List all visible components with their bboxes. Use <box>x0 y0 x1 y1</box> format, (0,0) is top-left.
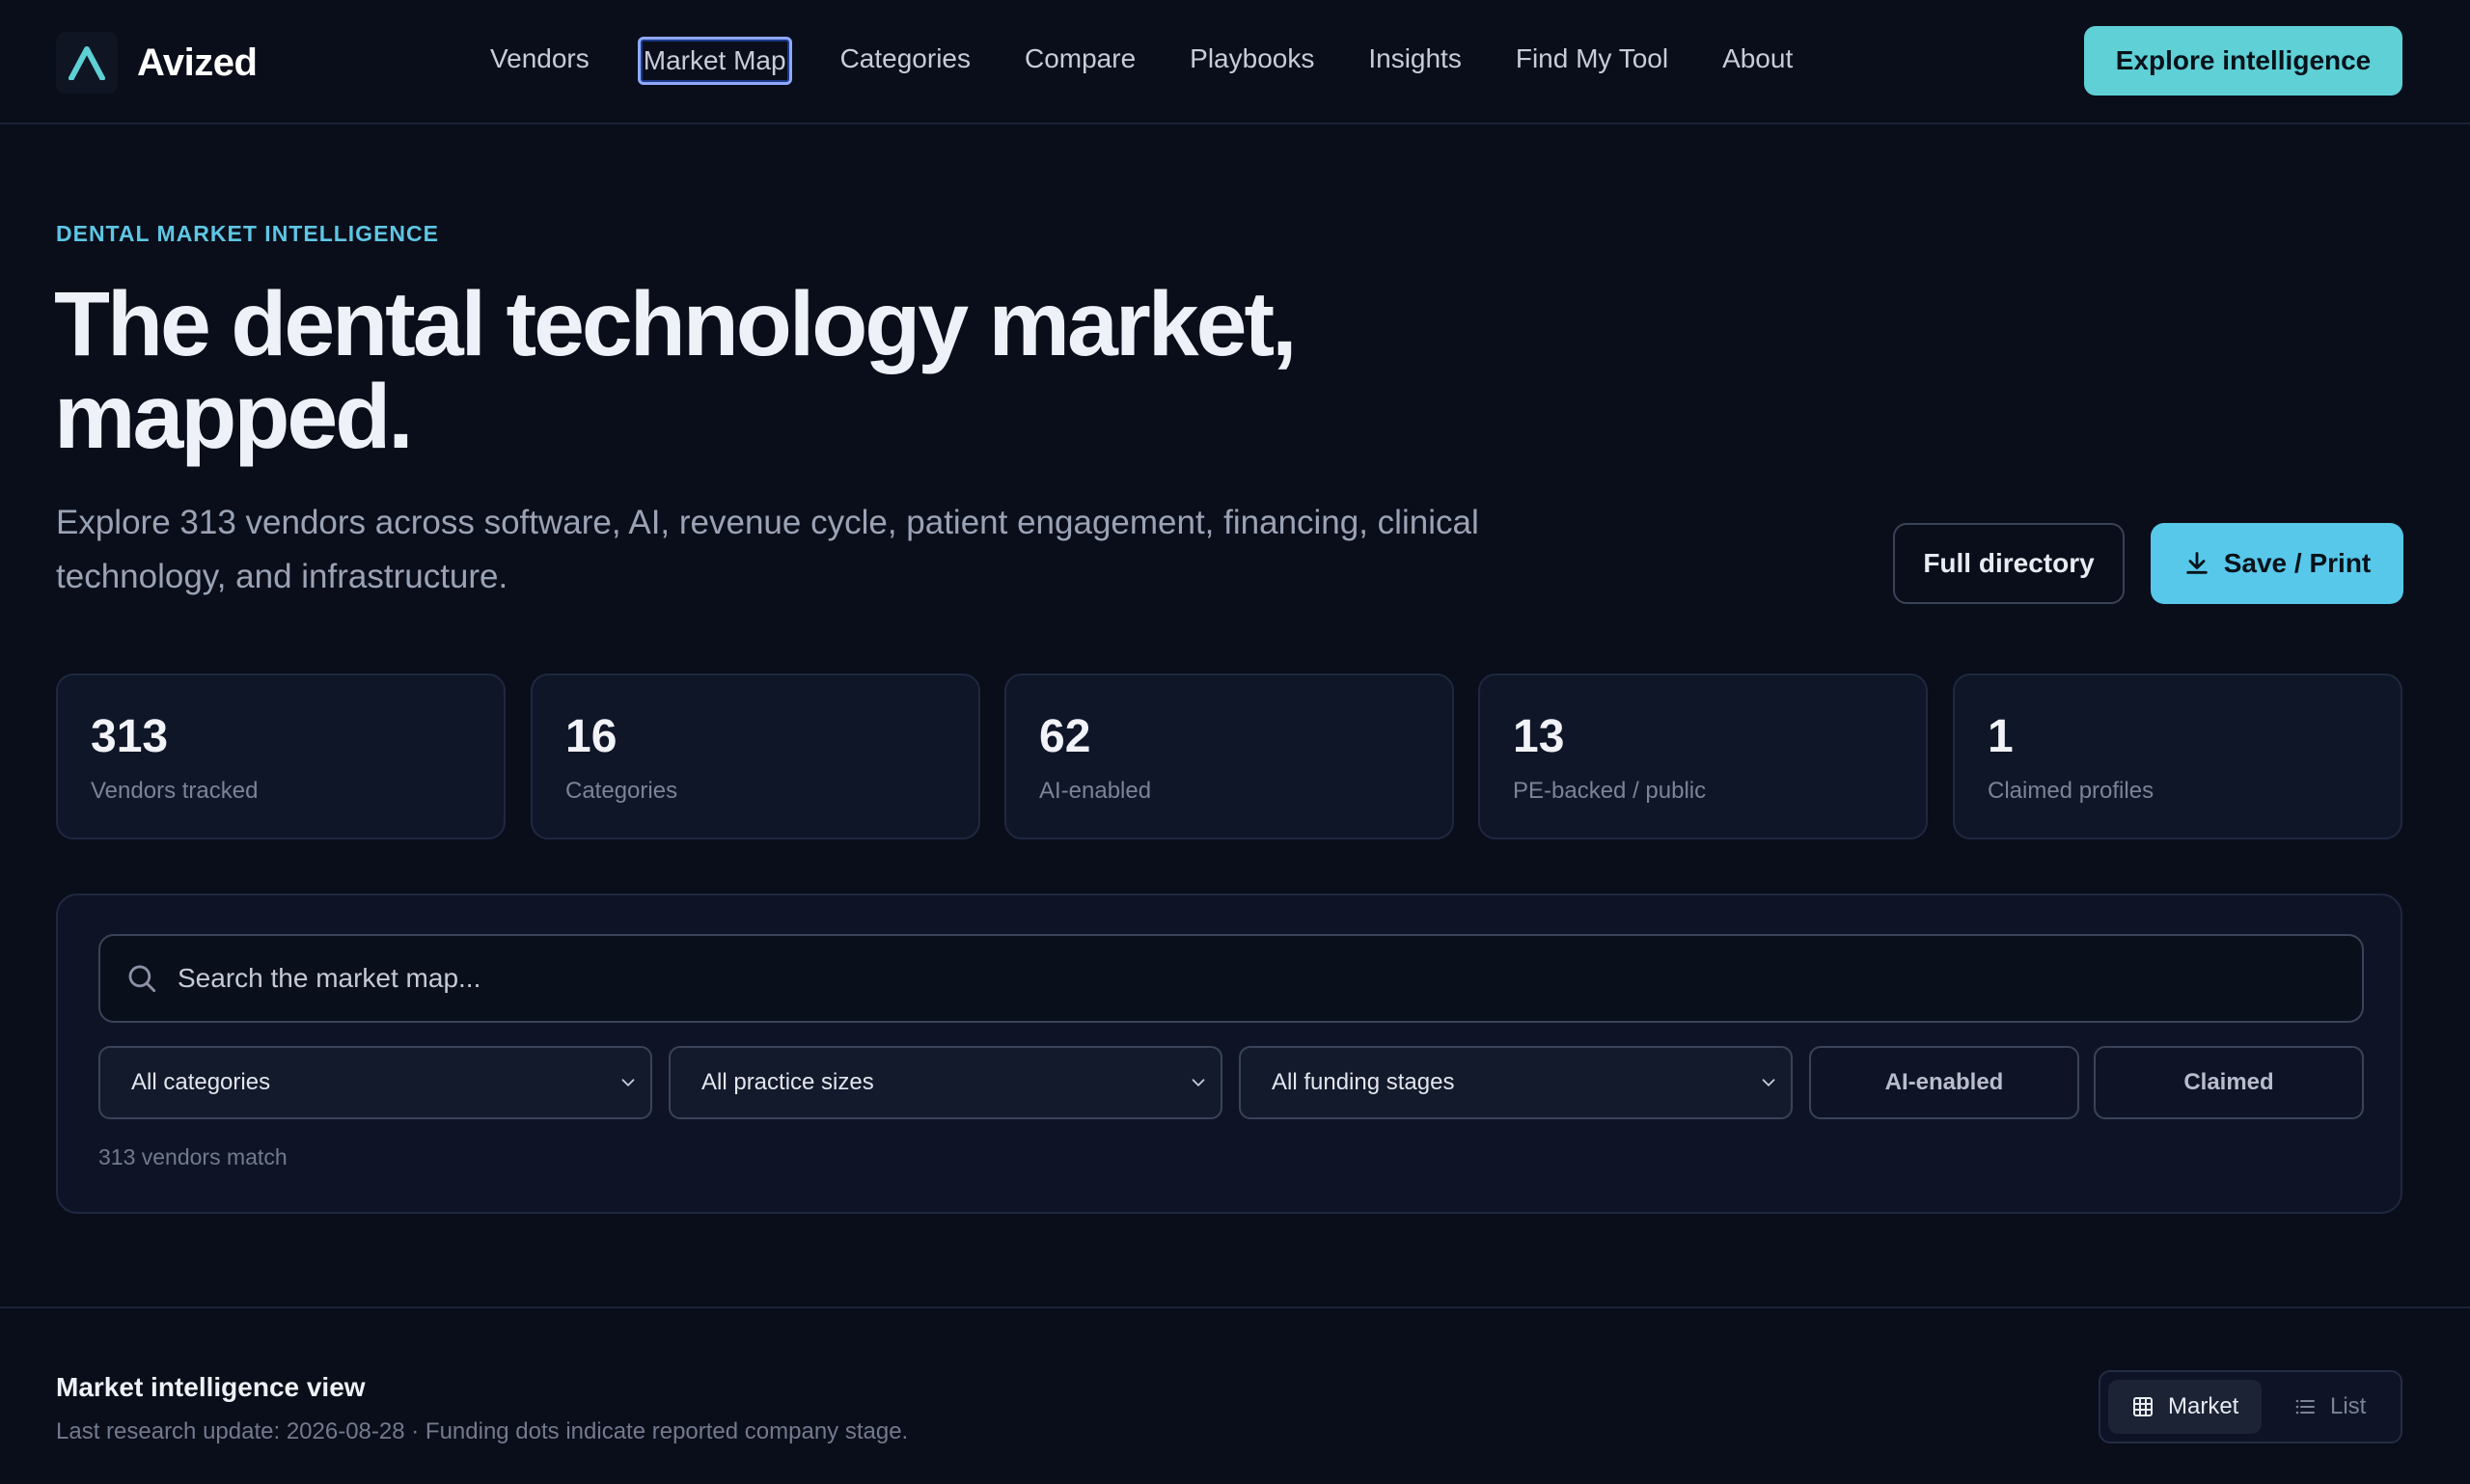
top-navbar: Avized Vendors Market Map Categories Com… <box>0 0 2470 124</box>
nav-link-vendors[interactable]: Vendors <box>484 37 595 85</box>
nav-link-about[interactable]: About <box>1716 37 1798 85</box>
nav-link-categories[interactable]: Categories <box>835 37 976 85</box>
ai-enabled-toggle[interactable]: AI-enabled <box>1809 1046 2079 1119</box>
stat-value: 62 <box>1039 711 1091 762</box>
nav-link-insights[interactable]: Insights <box>1362 37 1468 85</box>
filter-panel: Search the market map... All categories … <box>56 893 2402 1214</box>
stat-card-ai-enabled: 62 AI-enabled <box>1004 673 1454 839</box>
stat-card-pe-backed: 13 PE-backed / public <box>1478 673 1928 839</box>
nav-link-playbooks[interactable]: Playbooks <box>1184 37 1320 85</box>
nav-links: Vendors Market Map Categories Compare Pl… <box>484 37 1841 85</box>
funding-stage-select[interactable]: All funding stages <box>1239 1046 1793 1119</box>
practice-size-select-value: All practice sizes <box>701 1069 874 1095</box>
stat-label: AI-enabled <box>1039 778 1152 804</box>
stat-label: Vendors tracked <box>91 778 259 804</box>
market-view-button[interactable]: Market <box>2108 1380 2263 1434</box>
stat-card-categories: 16 Categories <box>531 673 980 839</box>
search-icon <box>128 965 156 993</box>
hero-subtitle: Explore 313 vendors across software, AI,… <box>56 504 1479 595</box>
page-title-line-2: mapped. <box>54 366 414 468</box>
market-view-label: Market <box>2168 1393 2239 1419</box>
list-view-label: List <box>2330 1393 2367 1419</box>
stat-value: 1 <box>1988 711 2014 762</box>
save-print-label: Save / Print <box>2223 548 2372 578</box>
stat-card-vendors: 313 Vendors tracked <box>56 673 506 839</box>
brand-name: Avized <box>137 41 258 84</box>
full-directory-button[interactable]: Full directory <box>1893 523 2125 604</box>
search-box[interactable]: Search the market map... <box>98 934 2364 1023</box>
stat-card-claimed: 1 Claimed profiles <box>1953 673 2402 839</box>
match-count: 313 vendors match <box>98 1144 288 1169</box>
download-icon <box>2186 552 2208 574</box>
grid-icon <box>2133 1397 2153 1416</box>
list-icon <box>2295 1399 2315 1415</box>
stat-value: 13 <box>1513 711 1565 762</box>
chevron-down-icon <box>621 1079 635 1087</box>
nav-link-find-my-tool[interactable]: Find My Tool <box>1510 37 1674 85</box>
view-title: Market intelligence view <box>56 1372 366 1402</box>
hero-eyebrow: DENTAL MARKET INTELLIGENCE <box>56 221 439 246</box>
stat-label: Categories <box>565 778 678 804</box>
save-print-button[interactable]: Save / Print <box>2151 523 2403 604</box>
category-select-value: All categories <box>131 1069 271 1095</box>
avized-logo-icon <box>56 32 118 94</box>
list-view-button[interactable]: List <box>2270 1380 2389 1434</box>
stat-value: 16 <box>565 711 618 762</box>
chevron-down-icon <box>1192 1079 1205 1087</box>
search-input[interactable]: Search the market map... <box>178 963 2362 994</box>
brand-logo[interactable]: Avized <box>56 32 258 94</box>
view-toggle: Market List <box>2099 1370 2402 1443</box>
nav-link-compare[interactable]: Compare <box>1019 37 1141 85</box>
explore-intelligence-button[interactable]: Explore intelligence <box>2084 26 2402 96</box>
view-subtitle: Last research update: 2026-08-28 · Fundi… <box>56 1418 909 1444</box>
nav-link-market-map[interactable]: Market Map <box>637 37 792 85</box>
chevron-down-icon <box>1762 1079 1775 1087</box>
claimed-toggle[interactable]: Claimed <box>2094 1046 2364 1119</box>
category-select[interactable]: All categories <box>98 1046 652 1119</box>
page-title: The dental technology market, mapped. <box>54 278 1501 463</box>
stat-label: PE-backed / public <box>1513 778 1707 804</box>
funding-stage-select-value: All funding stages <box>1272 1069 1455 1095</box>
stat-value: 313 <box>91 711 169 762</box>
practice-size-select[interactable]: All practice sizes <box>669 1046 1222 1119</box>
page-title-line-1: The dental technology market, <box>54 273 1298 375</box>
section-divider <box>0 1306 2470 1308</box>
stat-label: Claimed profiles <box>1988 778 2154 804</box>
